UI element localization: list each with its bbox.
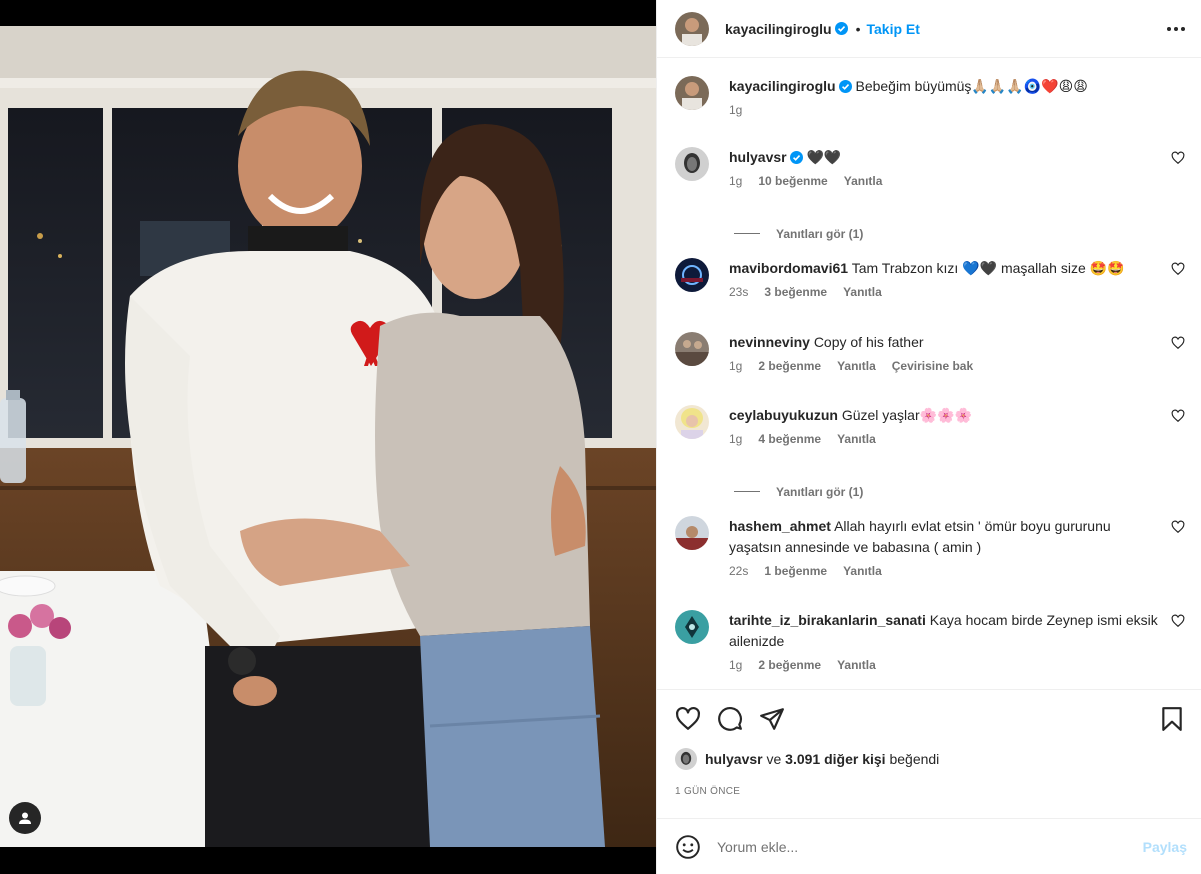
comment-time[interactable]: 23s <box>729 285 748 299</box>
comment-like-heart-icon[interactable] <box>1171 614 1185 628</box>
post-caption: kayacilingiroglu Bebeğim büyümüş🙏🏼🙏🏼🙏🏼🧿❤… <box>675 76 1185 147</box>
caption-time[interactable]: 1g <box>729 103 742 117</box>
comment: hashem_ahmet Allah hayırlı evlat etsin '… <box>675 516 1185 610</box>
reply-button[interactable]: Yanıtla <box>837 658 876 672</box>
verified-badge-icon <box>834 22 848 35</box>
reply-button[interactable]: Yanıtla <box>843 285 882 299</box>
author-avatar[interactable] <box>675 11 709 46</box>
comment: ceylabuyukuzun Güzel yaşlar🌸🌸🌸 1g 4 beğen… <box>675 405 1185 467</box>
author-avatar-small[interactable] <box>675 76 709 110</box>
comment-username[interactable]: mavibordomavi61 <box>729 260 848 276</box>
comment: nevinneviny Copy of his father 1g 2 beğen… <box>675 332 1185 405</box>
author-username[interactable]: kayacilingiroglu <box>725 21 832 37</box>
bookmark-icon[interactable] <box>1159 706 1185 732</box>
separator-dot: • <box>855 20 861 37</box>
comment-like-heart-icon[interactable] <box>1171 262 1185 276</box>
verified-badge-icon <box>789 151 803 164</box>
reply-button[interactable]: Yanıtla <box>837 359 876 373</box>
comment-username[interactable]: tarihte_iz_birakanlarin_sanati <box>729 612 926 628</box>
comment-icon[interactable] <box>717 706 743 732</box>
caption-meta: 1g <box>729 103 1159 117</box>
comment-username[interactable]: hulyavsr <box>729 149 787 165</box>
post-sidebar: kayacilingiroglu • Takip Et kayacilingir… <box>656 0 1201 874</box>
liker-username[interactable]: hulyavsr <box>705 751 763 767</box>
commenter-avatar[interactable] <box>675 258 709 292</box>
view-replies-button[interactable]: Yanıtları gör (1) <box>734 467 1185 516</box>
liker-avatar[interactable] <box>675 748 697 770</box>
comment-input[interactable] <box>717 838 1143 855</box>
comment-username[interactable]: nevinneviny <box>729 334 810 350</box>
likes-summary: hulyavsr ve 3.091 diğer kişi beğendi <box>675 748 1185 770</box>
likes-connector: ve <box>766 751 782 767</box>
comment-likes[interactable]: 2 beğenme <box>758 658 821 672</box>
post-actions: hulyavsr ve 3.091 diğer kişi beğendi 1 G… <box>657 689 1201 806</box>
action-bar <box>675 690 1185 748</box>
comment-time[interactable]: 1g <box>729 359 742 373</box>
commenter-avatar[interactable] <box>675 405 709 439</box>
instagram-post-modal: kayacilingiroglu • Takip Et kayacilingir… <box>0 0 1201 874</box>
comment-like-heart-icon[interactable] <box>1171 520 1185 534</box>
comment-time[interactable]: 1g <box>729 432 742 446</box>
comment-like-heart-icon[interactable] <box>1171 151 1185 165</box>
comment-likes[interactable]: 1 beğenme <box>764 564 827 578</box>
comment-text: Copy of his father <box>813 334 924 350</box>
post-photo[interactable] <box>0 26 656 847</box>
post-header: kayacilingiroglu • Takip Et <box>657 0 1201 58</box>
commenter-avatar[interactable] <box>675 332 709 366</box>
comments-list[interactable]: kayacilingiroglu Bebeğim büyümüş🙏🏼🙏🏼🙏🏼🧿❤… <box>657 58 1201 689</box>
user-tag-icon <box>19 812 31 824</box>
comment-likes[interactable]: 10 beğenme <box>758 174 827 188</box>
comment-likes[interactable]: 4 beğenme <box>758 432 821 446</box>
comment-like-heart-icon[interactable] <box>1171 409 1185 423</box>
comment-username[interactable]: hashem_ahmet <box>729 518 831 534</box>
photo-illustration <box>0 26 656 847</box>
follow-button[interactable]: Takip Et <box>867 21 920 37</box>
commenter-avatar[interactable] <box>675 147 709 181</box>
comment: hulyavsr 🖤🖤 1g 10 beğenme Yanıtla <box>675 147 1185 209</box>
emoji-icon[interactable] <box>675 834 701 860</box>
commenter-avatar[interactable] <box>675 610 709 644</box>
comment-likes[interactable]: 2 beğenme <box>758 359 821 373</box>
comment: tarihte_iz_birakanlarin_sanati Kaya hoca… <box>675 610 1185 684</box>
caption-body: Bebeğim büyümüş🙏🏼🙏🏼🙏🏼🧿❤️😩😩 <box>855 78 1088 94</box>
view-replies-button[interactable]: Yanıtları gör (1) <box>734 209 1185 258</box>
reply-button[interactable]: Yanıtla <box>844 174 883 188</box>
comment-username[interactable]: ceylabuyukuzun <box>729 407 838 423</box>
comment-time[interactable]: 1g <box>729 658 742 672</box>
reply-button[interactable]: Yanıtla <box>837 432 876 446</box>
verified-badge-icon <box>838 80 852 93</box>
caption-author[interactable]: kayacilingiroglu <box>729 78 836 94</box>
comment-likes[interactable]: 3 beğenme <box>764 285 827 299</box>
comment-text: 🖤🖤 <box>806 149 842 165</box>
post-media <box>0 0 656 874</box>
post-date[interactable]: 1 GÜN ÖNCE <box>675 786 1185 806</box>
user-tag-button[interactable] <box>9 802 41 834</box>
likes-others[interactable]: 3.091 diğer kişi <box>785 751 885 767</box>
comment-time[interactable]: 1g <box>729 174 742 188</box>
comment-text: Güzel yaşlar🌸🌸🌸 <box>841 407 972 423</box>
comment: mavibordomavi61 Tam Trabzon kızı 💙🖤 maşa… <box>675 258 1185 332</box>
translate-button[interactable]: Çevirisine bak <box>892 359 973 373</box>
likes-suffix: beğendi <box>889 751 940 767</box>
commenter-avatar[interactable] <box>675 516 709 550</box>
post-comment-button[interactable]: Paylaş <box>1143 839 1187 855</box>
share-icon[interactable] <box>759 706 785 732</box>
heart-icon[interactable] <box>675 706 701 732</box>
add-comment-bar: Paylaş <box>657 818 1201 874</box>
more-icon <box>1167 26 1171 31</box>
comment-like-heart-icon[interactable] <box>1171 336 1185 350</box>
comment-time[interactable]: 22s <box>729 564 748 578</box>
reply-button[interactable]: Yanıtla <box>843 564 882 578</box>
comment-text: Tam Trabzon kızı 💙🖤 maşallah size 🤩🤩 <box>851 260 1125 276</box>
more-options-button[interactable] <box>1167 26 1185 31</box>
caption-text: kayacilingiroglu Bebeğim büyümüş🙏🏼🙏🏼🙏🏼🧿❤… <box>729 76 1159 97</box>
